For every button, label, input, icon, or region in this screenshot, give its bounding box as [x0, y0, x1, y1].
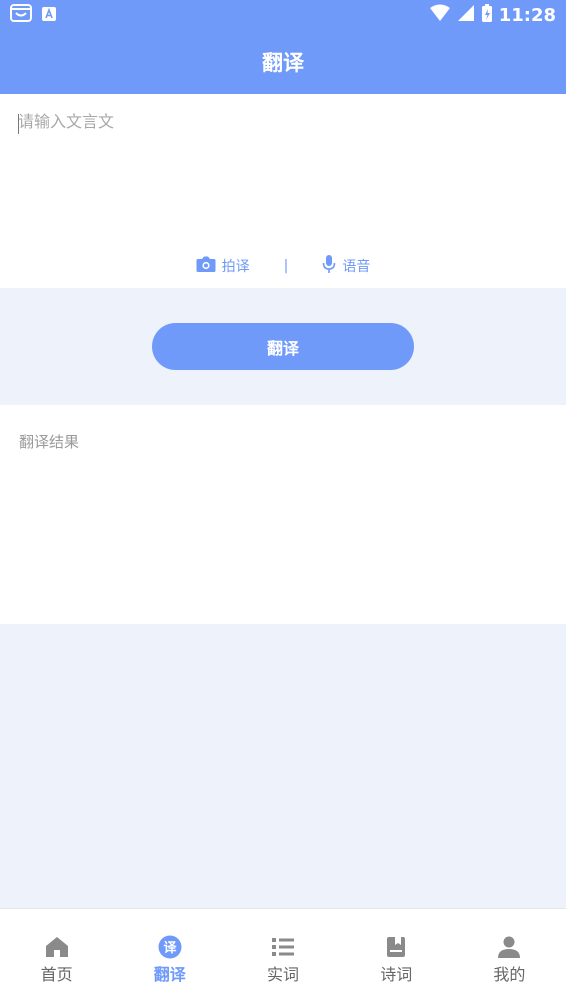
- tools-divider: |: [283, 258, 289, 274]
- translate-icon: 译: [158, 935, 182, 959]
- bottom-nav: 首页 译 翻译 实词 诗词 我的: [0, 908, 566, 1006]
- photo-translate-button[interactable]: 拍译: [196, 255, 250, 277]
- status-time: 11:28: [498, 4, 556, 26]
- status-bar: 11:28: [0, 0, 566, 30]
- list-icon: [272, 935, 294, 959]
- book-icon: [386, 935, 406, 959]
- voice-input-button[interactable]: 语音: [322, 254, 370, 278]
- status-left: [10, 3, 56, 27]
- microphone-icon: [322, 254, 336, 278]
- status-right: 11:28: [429, 3, 556, 28]
- nav-label-profile: 我的: [493, 965, 526, 984]
- translate-button[interactable]: 翻译: [152, 323, 414, 370]
- input-panel: 拍译 | 语音: [0, 94, 566, 288]
- action-area: 翻译: [0, 288, 566, 405]
- photo-translate-label: 拍译: [221, 259, 250, 275]
- nav-item-profile[interactable]: 我的: [453, 909, 566, 1006]
- nav-item-poetry[interactable]: 诗词: [340, 909, 453, 1006]
- camera-icon: [196, 255, 216, 277]
- notification-app-icon: [10, 3, 32, 27]
- nav-item-translate[interactable]: 译 翻译: [113, 909, 226, 1006]
- nav-label-poetry: 诗词: [380, 965, 413, 984]
- keyboard-a-icon: [42, 6, 56, 25]
- nav-label-words: 实词: [267, 965, 300, 984]
- input-tools: 拍译 | 语音: [0, 252, 566, 280]
- result-panel: 翻译结果: [0, 405, 566, 624]
- app-bar: 翻译: [0, 30, 566, 94]
- classical-text-input[interactable]: [18, 108, 548, 238]
- nav-label-translate: 翻译: [153, 965, 186, 984]
- nav-item-words[interactable]: 实词: [226, 909, 339, 1006]
- voice-input-label: 语音: [342, 259, 371, 275]
- signal-icon: [457, 4, 475, 27]
- translate-icon-glyph: 译: [163, 941, 177, 956]
- page-title: 翻译: [262, 51, 304, 75]
- battery-icon: [481, 3, 493, 28]
- result-label: 翻译结果: [19, 433, 80, 451]
- text-caret: [18, 114, 19, 134]
- user-icon: [497, 935, 521, 959]
- wifi-icon: [429, 4, 451, 27]
- nav-label-home: 首页: [40, 965, 73, 984]
- nav-item-home[interactable]: 首页: [0, 909, 113, 1006]
- home-icon: [45, 935, 69, 959]
